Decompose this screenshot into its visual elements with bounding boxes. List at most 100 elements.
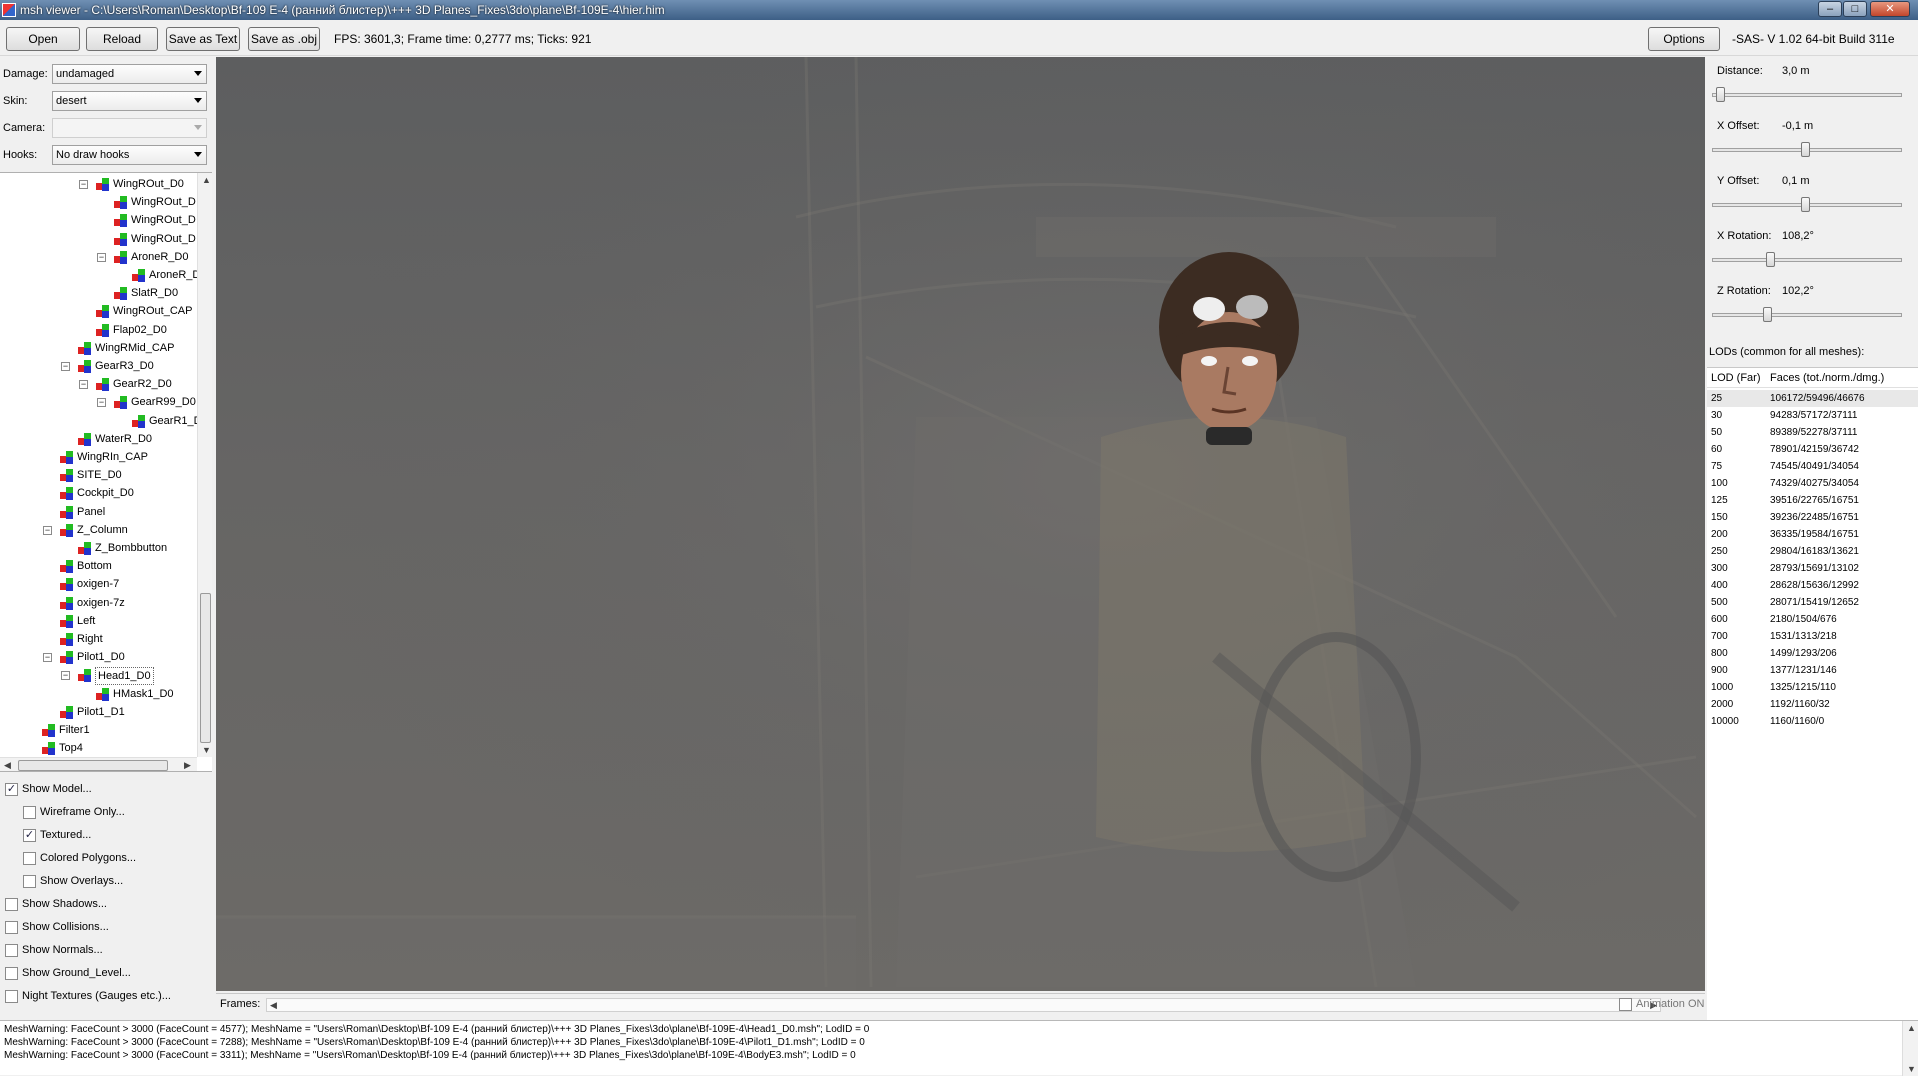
hierarchy-tree[interactable]: − WingROut_D0 WingROut_D WingROut_D WingROut…	[0, 172, 212, 772]
scroll-right-icon[interactable]: ▶	[184, 760, 191, 771]
scroll-thumb[interactable]	[18, 760, 168, 771]
lod-row[interactable]: 30 94283/57172/37111	[1707, 407, 1918, 424]
tree-node[interactable]: − GearR3_D0	[0, 357, 195, 375]
options-button[interactable]: Options	[1648, 27, 1720, 51]
scroll-down-icon[interactable]: ▼	[202, 745, 211, 755]
check-box[interactable]	[5, 921, 18, 934]
collapse-toggle-icon[interactable]: −	[97, 252, 106, 262]
tree-horizontal-scrollbar[interactable]: ◀ ▶	[0, 757, 197, 771]
lod-row[interactable]: 100 74329/40275/34054	[1707, 475, 1918, 492]
tree-node[interactable]: Z_Bombbutton	[0, 539, 195, 557]
tree-node[interactable]: WingRMid_CAP	[0, 339, 195, 357]
collapse-toggle-icon[interactable]: −	[61, 362, 70, 371]
save-as-text-button[interactable]: Save as Text	[166, 27, 240, 51]
reload-button[interactable]: Reload	[86, 27, 158, 51]
scroll-up-icon[interactable]: ▲	[202, 175, 211, 185]
collapse-toggle-icon[interactable]: −	[79, 380, 88, 390]
tree-node[interactable]: oxigen-7z	[0, 594, 195, 612]
lod-row[interactable]: 150 39236/22485/16751	[1707, 509, 1918, 526]
check-box[interactable]: ✓	[23, 829, 36, 842]
check-box[interactable]	[5, 967, 18, 980]
scroll-down-icon[interactable]: ▼	[1907, 1063, 1916, 1076]
lod-row[interactable]: 25 106172/59496/46676	[1707, 390, 1918, 407]
camera-control-slider[interactable]	[1712, 197, 1902, 212]
faces-column-header[interactable]: Faces (tot./norm./dmg.)	[1770, 372, 1884, 384]
lod-row[interactable]: 300 28793/15691/13102	[1707, 560, 1918, 577]
tree-node[interactable]: − GearR2_D0	[0, 375, 195, 393]
tree-node[interactable]: oxigen-7	[0, 575, 195, 593]
tree-node[interactable]: − AroneR_D0	[0, 248, 195, 266]
tree-vertical-scrollbar[interactable]: ▲ ▼	[197, 173, 212, 757]
tree-node[interactable]: SlatR_D0	[0, 284, 195, 302]
slider-knob[interactable]	[1801, 142, 1810, 157]
lod-row[interactable]: 800 1499/1293/206	[1707, 645, 1918, 662]
lod-row[interactable]: 250 29804/16183/13621	[1707, 543, 1918, 560]
camera-control-slider[interactable]	[1712, 307, 1902, 322]
frames-slider[interactable]: ◀ ▶	[266, 998, 1661, 1012]
scroll-thumb[interactable]	[200, 593, 211, 743]
hooks-select[interactable]: No draw hooks	[52, 145, 207, 165]
camera-control-slider[interactable]	[1712, 252, 1902, 267]
log-panel[interactable]: MeshWarning: FaceCount > 3000 (FaceCount…	[0, 1020, 1918, 1076]
slider-track[interactable]	[1712, 258, 1902, 262]
lod-row[interactable]: 75 74545/40491/34054	[1707, 458, 1918, 475]
save-as-obj-button[interactable]: Save as .obj	[248, 27, 320, 51]
lod-row[interactable]: 400 28628/15636/12992	[1707, 577, 1918, 594]
tree-node[interactable]: HMask1_D0	[0, 685, 195, 703]
tree-node[interactable]: Flap02_D0	[0, 321, 195, 339]
tree-node[interactable]: − Z_Column	[0, 521, 195, 539]
close-button[interactable]: ✕	[1870, 1, 1910, 17]
check-box[interactable]	[23, 875, 36, 888]
collapse-toggle-icon[interactable]: −	[97, 398, 106, 408]
tree-node[interactable]: SITE_D0	[0, 466, 195, 484]
damage-select[interactable]: undamaged	[52, 64, 207, 84]
tree-node[interactable]: Cockpit_D0	[0, 484, 195, 502]
check-box[interactable]	[23, 852, 36, 865]
scroll-left-icon[interactable]: ◀	[4, 760, 11, 771]
tree-node[interactable]: Right	[0, 630, 195, 648]
camera-control-slider[interactable]	[1712, 142, 1902, 157]
lod-column-header[interactable]: LOD (Far)	[1711, 372, 1761, 384]
check-box[interactable]	[23, 806, 36, 819]
collapse-toggle-icon[interactable]: −	[79, 180, 88, 189]
lod-row[interactable]: 900 1377/1231/146	[1707, 662, 1918, 679]
slider-knob[interactable]	[1716, 87, 1725, 102]
tree-node[interactable]: WingROut_CAP	[0, 302, 195, 320]
lod-row[interactable]: 125 39516/22765/16751	[1707, 492, 1918, 509]
lod-table[interactable]: LOD (Far) Faces (tot./norm./dmg.) 25 1061…	[1707, 367, 1918, 1027]
tree-node[interactable]: WingROut_D	[0, 211, 196, 229]
lod-row[interactable]: 2000 1192/1160/32	[1707, 696, 1918, 713]
camera-select[interactable]	[52, 118, 207, 138]
tree-node[interactable]: − WingROut_D0	[0, 175, 195, 193]
tree-node[interactable]: WingRIn_CAP	[0, 448, 195, 466]
check-box[interactable]: ✓	[5, 783, 18, 796]
collapse-toggle-icon[interactable]: −	[61, 671, 70, 681]
tree-node[interactable]: Top4	[0, 739, 195, 757]
open-button[interactable]: Open	[6, 27, 80, 51]
tree-node[interactable]: − Pilot1_D0	[0, 648, 195, 666]
lod-row[interactable]: 700 1531/1313/218	[1707, 628, 1918, 645]
tree-node[interactable]: Pilot1_D1	[0, 703, 195, 721]
tree-node[interactable]: GearR1_D	[0, 412, 202, 430]
tree-node[interactable]: Left	[0, 612, 195, 630]
camera-control-slider[interactable]	[1712, 87, 1902, 102]
tree-node[interactable]: − Head1_D0	[0, 666, 195, 686]
slider-knob[interactable]	[1763, 307, 1772, 322]
lod-row[interactable]: 50 89389/52278/37111	[1707, 424, 1918, 441]
slider-track[interactable]	[1712, 313, 1902, 317]
check-box[interactable]	[5, 990, 18, 1003]
skin-select[interactable]: desert	[52, 91, 207, 111]
log-scrollbar[interactable]: ▲ ▼	[1902, 1021, 1918, 1076]
tree-node[interactable]: − GearR99_D0	[0, 393, 196, 411]
3d-viewport[interactable]	[216, 57, 1705, 991]
check-box[interactable]	[5, 944, 18, 957]
lod-row[interactable]: 500 28071/15419/12652	[1707, 594, 1918, 611]
lod-row[interactable]: 10000 1160/1160/0	[1707, 713, 1918, 730]
tree-node[interactable]: Filter1	[0, 721, 195, 739]
maximize-button[interactable]: □	[1843, 1, 1867, 17]
lod-row[interactable]: 1000 1325/1215/110	[1707, 679, 1918, 696]
tree-node[interactable]: Panel	[0, 503, 195, 521]
scroll-up-icon[interactable]: ▲	[1907, 1022, 1916, 1035]
lod-row[interactable]: 60 78901/42159/36742	[1707, 441, 1918, 458]
tree-node[interactable]: WingROut_D	[0, 193, 196, 211]
